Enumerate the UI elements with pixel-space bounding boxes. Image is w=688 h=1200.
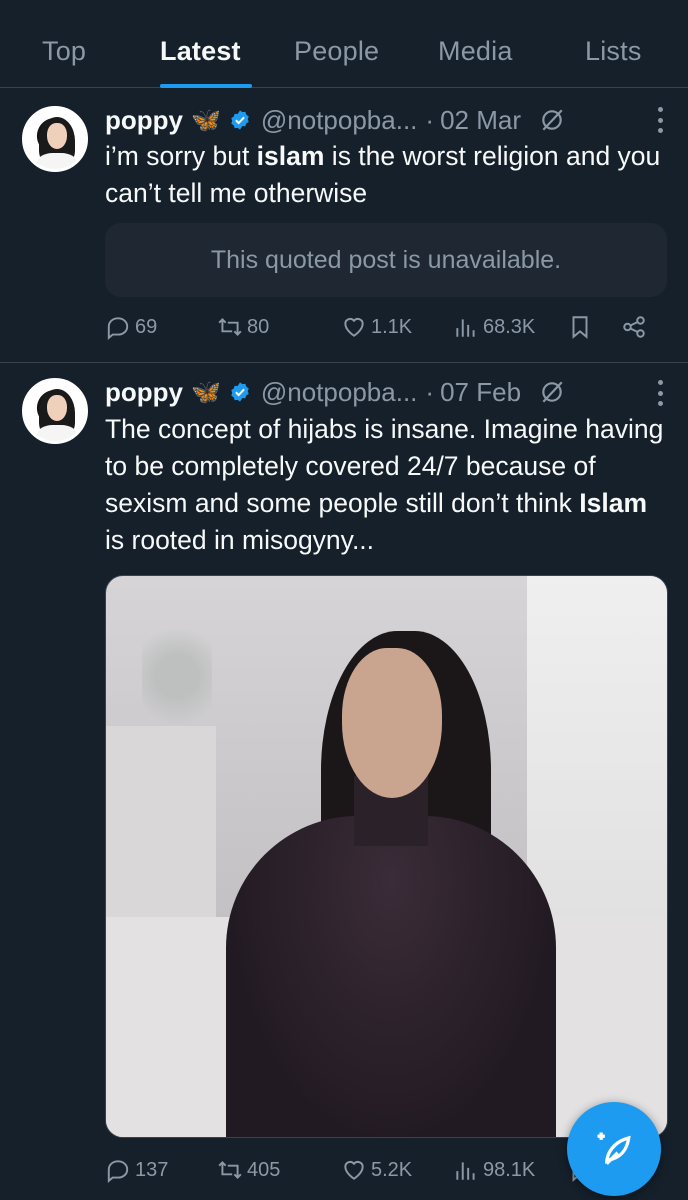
grok-icon[interactable] [539,107,565,133]
tab-people[interactable]: People [294,36,379,67]
tweet[interactable]: poppy 🦋 @notpopba... · 02 Mar i’m sorry … [0,89,688,363]
reply-icon [107,1160,129,1183]
reply-count: 137 [135,1158,169,1181]
avatar[interactable] [22,378,88,444]
tweet-actions: 69 80 1.1K 68.3K [105,314,665,344]
tweet-image[interactable] [105,575,668,1138]
like-count: 5.2K [371,1158,413,1181]
views-button[interactable]: 98.1K [453,1157,535,1183]
tab-media[interactable]: Media [438,36,513,67]
reply-count: 69 [135,315,158,338]
views-icon [456,1162,475,1180]
tweet-header: poppy 🦋 @notpopba... · 02 Mar [105,102,565,138]
bookmark-button[interactable] [567,314,597,340]
more-icon[interactable] [656,380,664,406]
tweet-date[interactable]: 02 Mar [440,105,521,136]
grok-icon[interactable] [539,379,565,405]
bookmark-icon [572,316,588,339]
views-icon [456,319,475,337]
share-button[interactable] [621,314,651,340]
user-handle[interactable]: @notpopba... [261,105,418,136]
more-icon[interactable] [656,107,664,133]
user-handle[interactable]: @notpopba... [261,377,418,408]
tweet[interactable]: poppy 🦋 @notpopba... · 07 Feb The concep… [0,364,688,1200]
butterfly-emoji: 🦋 [191,378,221,406]
separator: · [425,376,435,407]
like-button[interactable]: 5.2K [341,1157,412,1183]
verified-badge-icon [231,110,249,130]
avatar[interactable] [22,106,88,172]
repost-icon [218,1161,242,1179]
like-count: 1.1K [371,315,413,338]
tweet-date[interactable]: 07 Feb [440,377,521,408]
separator: · [425,104,435,135]
display-name[interactable]: poppy [105,377,183,408]
tweet-text: i’m sorry but islam is the worst religio… [105,141,661,208]
views-count: 98.1K [483,1158,536,1181]
views-count: 68.3K [483,315,536,338]
tweet-text: The concept of hijabs is insane. Imagine… [105,414,664,555]
like-icon [344,317,364,337]
repost-button[interactable]: 405 [217,1157,280,1183]
compose-button[interactable] [567,1102,661,1196]
search-tabs: Top Latest People Media Lists [0,0,688,88]
repost-icon [218,318,242,336]
active-tab-indicator [160,84,252,88]
verified-badge-icon [231,382,249,402]
like-icon [344,1160,364,1180]
like-button[interactable]: 1.1K [341,314,412,340]
reply-icon [107,317,129,340]
compose-icon [597,1132,631,1165]
reply-button[interactable]: 69 [105,314,157,340]
tweet-header: poppy 🦋 @notpopba... · 07 Feb [105,374,565,410]
display-name[interactable]: poppy [105,105,183,136]
butterfly-emoji: 🦋 [191,106,221,134]
views-button[interactable]: 68.3K [453,314,535,340]
tab-latest[interactable]: Latest [160,36,241,67]
quoted-post-unavailable: This quoted post is unavailable. [105,223,667,297]
tab-lists[interactable]: Lists [585,36,642,67]
repost-button[interactable]: 80 [217,314,269,340]
tab-top[interactable]: Top [42,36,86,67]
repost-count: 405 [247,1158,281,1181]
reply-button[interactable]: 137 [105,1157,168,1183]
repost-count: 80 [247,315,270,338]
share-icon [623,316,645,338]
